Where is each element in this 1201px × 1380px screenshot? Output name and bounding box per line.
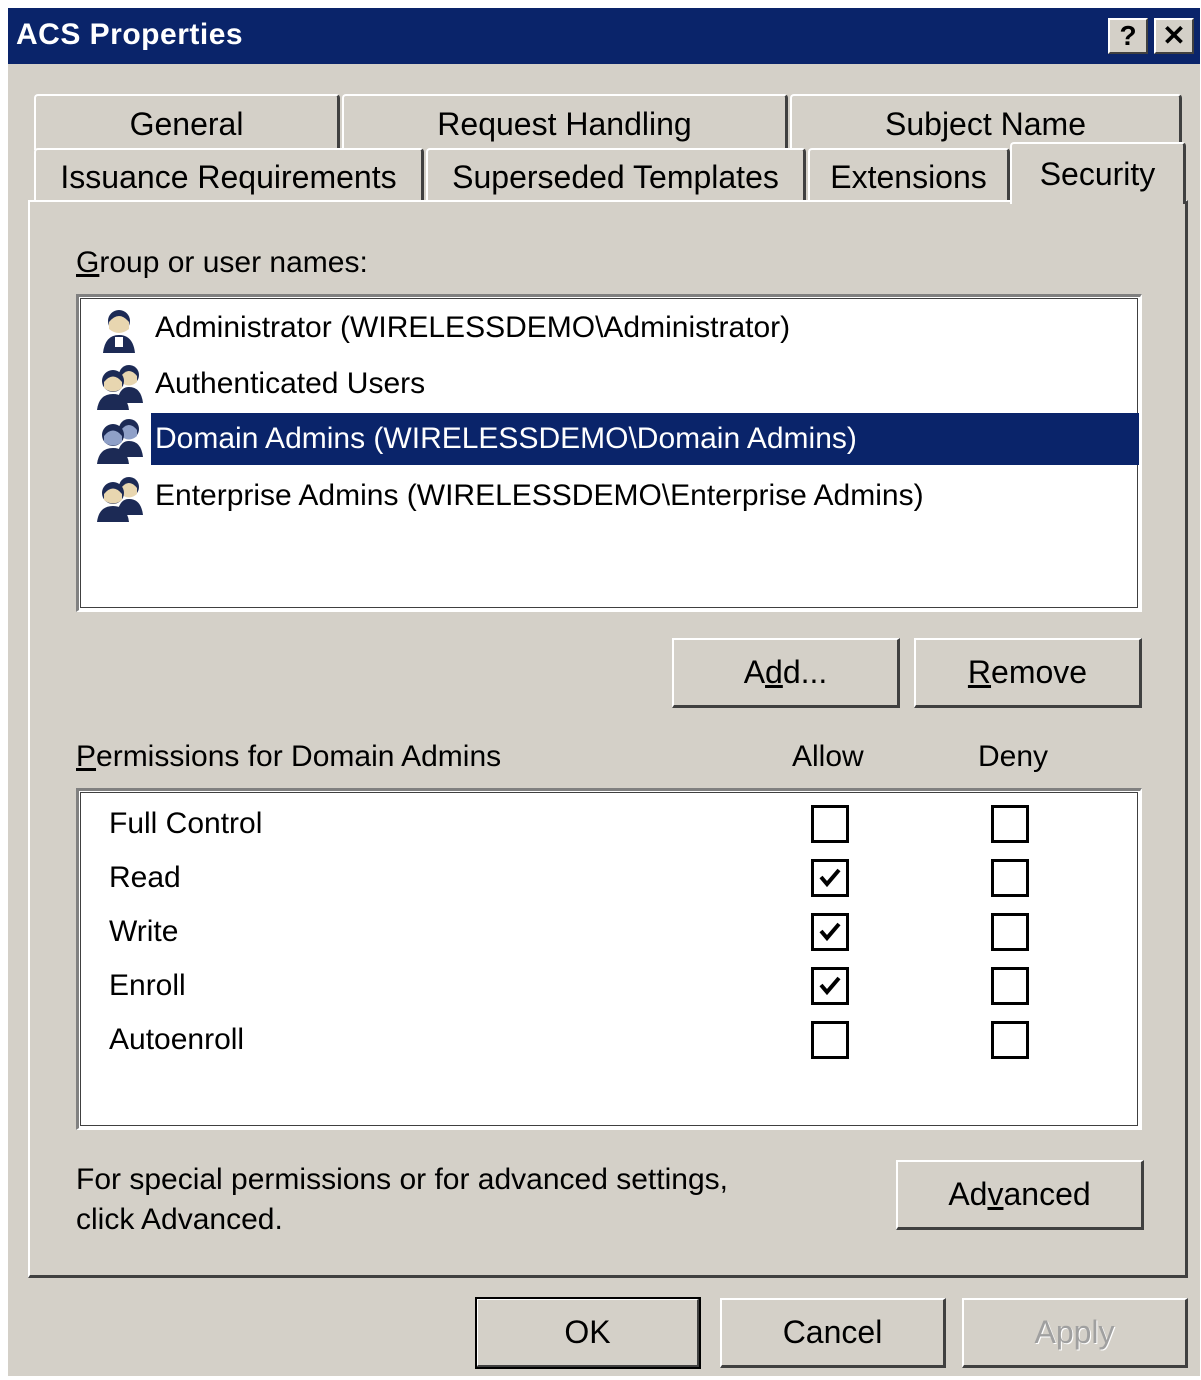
- ok-button[interactable]: OK: [475, 1297, 701, 1369]
- user-name: Authenticated Users: [155, 367, 426, 400]
- apply-button[interactable]: Apply: [962, 1298, 1188, 1368]
- checkmark-icon: [819, 868, 841, 888]
- permission-read: Read: [109, 861, 181, 894]
- close-button[interactable]: ✕: [1154, 18, 1194, 54]
- allow-write-checkbox[interactable]: [811, 913, 849, 951]
- checkmark-icon: [819, 922, 841, 942]
- user-list[interactable]: Administrator (WIRELESSDEMO\Administrato…: [76, 294, 1142, 612]
- permissions-label: Permissions for Domain Admins: [76, 740, 502, 773]
- tab-superseded-templates[interactable]: Superseded Templates: [426, 148, 806, 202]
- advanced-hint-text: For special permissions or for advanced …: [76, 1163, 728, 1236]
- tab-extensions[interactable]: Extensions: [808, 148, 1010, 202]
- title-bar[interactable]: ACS Properties ? ✕: [8, 8, 1200, 64]
- security-tab-panel: Group or user names: Administrator (WIRE…: [28, 200, 1188, 1278]
- user-name: Enterprise Admins (WIRELESSDEMO\Enterpri…: [155, 479, 924, 512]
- permission-write: Write: [109, 915, 179, 948]
- window-title: ACS Properties: [16, 18, 244, 51]
- group-or-user-names-label: Group or user names:: [76, 246, 368, 279]
- tab-issuance-requirements[interactable]: Issuance Requirements: [34, 148, 424, 202]
- allow-column-header: Allow: [792, 740, 864, 773]
- deny-read-checkbox[interactable]: [991, 859, 1029, 897]
- user-name: Domain Admins (WIRELESSDEMO\Domain Admin…: [151, 413, 1139, 465]
- deny-full-control-checkbox[interactable]: [991, 805, 1029, 843]
- tab-security[interactable]: Security: [1010, 142, 1186, 204]
- permissions-list[interactable]: Full Control Read Write Enroll Autoenrol…: [76, 788, 1142, 1130]
- allow-read-checkbox[interactable]: [811, 859, 849, 897]
- cancel-button[interactable]: Cancel: [720, 1298, 946, 1368]
- user-icon: [103, 310, 135, 353]
- deny-column-header: Deny: [978, 740, 1049, 773]
- deny-autoenroll-checkbox[interactable]: [991, 1021, 1029, 1059]
- deny-write-checkbox[interactable]: [991, 913, 1029, 951]
- allow-full-control-checkbox[interactable]: [811, 805, 849, 843]
- permission-full-control: Full Control: [109, 807, 263, 840]
- permission-enroll: Enroll: [109, 969, 186, 1002]
- add-button[interactable]: Add...: [672, 638, 900, 708]
- checkmark-icon: [819, 976, 841, 996]
- remove-button[interactable]: Remove: [914, 638, 1142, 708]
- deny-enroll-checkbox[interactable]: [991, 967, 1029, 1005]
- users-group-icon: [97, 477, 143, 522]
- permission-autoenroll: Autoenroll: [109, 1023, 245, 1056]
- tab-general[interactable]: General: [34, 94, 340, 150]
- allow-enroll-checkbox[interactable]: [811, 967, 849, 1005]
- advanced-button[interactable]: Advanced: [896, 1160, 1144, 1230]
- acs-properties-dialog: ACS Properties ? ✕ General Request Handl…: [8, 8, 1200, 1376]
- users-group-icon: [97, 419, 143, 464]
- allow-autoenroll-checkbox[interactable]: [811, 1021, 849, 1059]
- tab-request-handling[interactable]: Request Handling: [342, 94, 788, 150]
- help-button[interactable]: ?: [1108, 18, 1148, 54]
- user-name: Administrator (WIRELESSDEMO\Administrato…: [155, 311, 791, 344]
- users-group-icon: [97, 365, 143, 410]
